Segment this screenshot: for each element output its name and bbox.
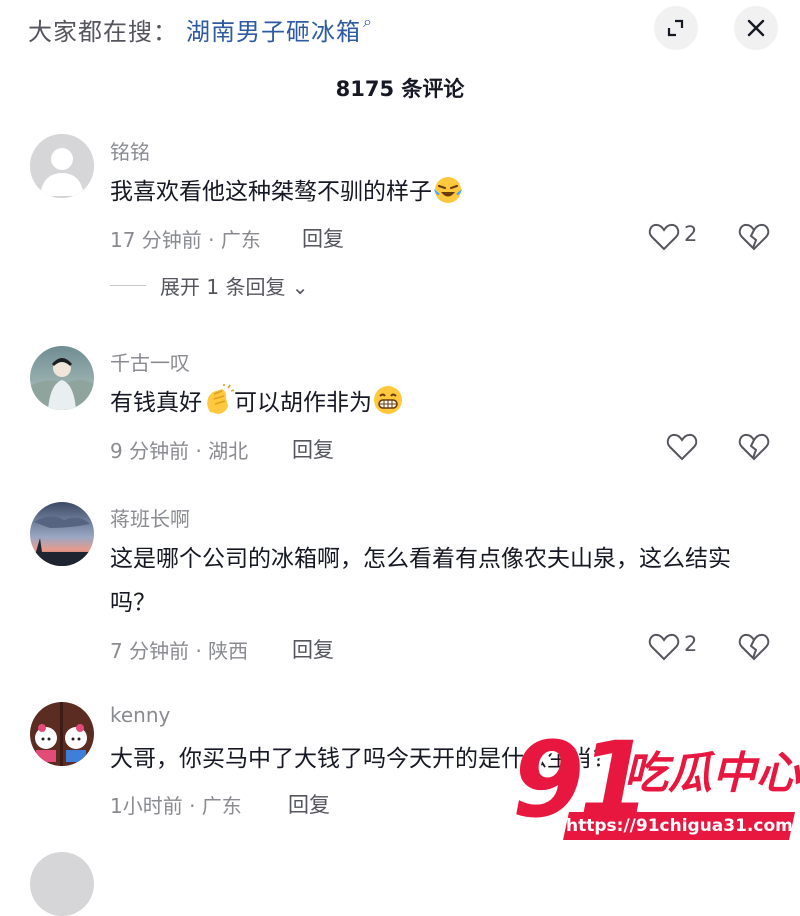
avatar-image xyxy=(30,346,94,410)
comment-text-body: 我喜欢看他这种桀骜不驯的样子 xyxy=(110,179,432,205)
broken-heart-icon xyxy=(738,433,770,461)
avatar[interactable] xyxy=(30,852,94,916)
like-button[interactable] xyxy=(666,432,698,462)
avatar[interactable] xyxy=(30,702,94,766)
avatar-image xyxy=(30,502,94,566)
heart-icon xyxy=(648,633,680,661)
search-suggestion-prefix: 大家都在搜： xyxy=(28,18,178,46)
close-button[interactable] xyxy=(734,6,778,50)
dislike-button[interactable] xyxy=(738,432,770,466)
default-avatar-icon xyxy=(30,134,94,198)
avatar-image xyxy=(30,702,94,766)
comment-meta: 9 分钟前 · 湖北 xyxy=(110,439,249,463)
comment-username[interactable]: 蒋班长啊 xyxy=(110,503,190,532)
search-suggestion-link[interactable]: 湖南男子砸冰箱 ⌕ xyxy=(186,12,373,47)
like-count: 2 xyxy=(684,632,698,656)
avatar[interactable] xyxy=(30,346,94,410)
comment-text-part: 有钱真好 xyxy=(110,390,202,416)
avatar[interactable] xyxy=(30,502,94,566)
expand-divider xyxy=(110,285,146,286)
broken-heart-icon xyxy=(738,633,770,661)
like-count: 2 xyxy=(684,222,698,246)
comment-text: 我喜欢看他这种桀骜不驯的样子 xyxy=(110,170,750,214)
comment-meta: 7 分钟前 · 陕西 xyxy=(110,639,249,663)
comment-username[interactable]: 千古一叹 xyxy=(110,347,190,376)
watermark-url-text: https://91chigua31.com xyxy=(566,816,793,836)
broken-heart-icon xyxy=(738,223,770,251)
heart-icon xyxy=(666,433,698,461)
dislike-button[interactable] xyxy=(738,632,770,666)
reply-button[interactable]: 回复 xyxy=(302,223,344,253)
clapping-hands-emoji-icon xyxy=(207,384,234,414)
comment-meta: 1小时前 · 广东 xyxy=(110,794,242,818)
top-bar: 大家都在搜： 湖南男子砸冰箱 ⌕ xyxy=(0,0,800,60)
watermark-url: https://91chigua31.com xyxy=(563,812,795,840)
heart-icon xyxy=(648,223,680,251)
reply-button[interactable]: 回复 xyxy=(292,634,334,664)
watermark-title: 吃瓜中心 xyxy=(624,748,800,799)
reply-button[interactable]: 回复 xyxy=(292,434,334,464)
expand-icon xyxy=(667,19,684,37)
comment-username[interactable]: kenny xyxy=(110,703,170,727)
reply-button[interactable]: 回复 xyxy=(288,789,330,819)
comment-username[interactable]: 铭铭 xyxy=(110,136,150,165)
comment-text-part: 可以胡作非为 xyxy=(234,390,372,416)
expand-button[interactable] xyxy=(654,6,698,50)
watermark: 91 吃瓜中心 https://91chigua31.com xyxy=(512,728,800,861)
comment-meta: 17 分钟前 · 广东 xyxy=(110,228,261,252)
like-button[interactable]: 2 xyxy=(648,632,697,662)
search-term-text: 湖南男子砸冰箱 xyxy=(186,18,361,46)
like-button[interactable]: 2 xyxy=(648,222,697,252)
search-icon: ⌕ xyxy=(363,12,373,31)
grinning-emoji-icon xyxy=(374,386,402,414)
close-icon xyxy=(747,19,765,37)
expand-replies-label: 展开 1 条回复 ⌄ xyxy=(160,275,309,299)
dislike-button[interactable] xyxy=(738,222,770,256)
comment-count: 8175 条评论 xyxy=(335,77,465,101)
comment-text: 有钱真好 可以胡作非为 xyxy=(110,381,750,425)
comment-text: 这是哪个公司的冰箱啊，怎么看着有点像农夫山泉，这么结实吗？ xyxy=(110,546,731,616)
laughing-crying-emoji-icon xyxy=(434,177,462,203)
avatar[interactable] xyxy=(30,134,94,198)
